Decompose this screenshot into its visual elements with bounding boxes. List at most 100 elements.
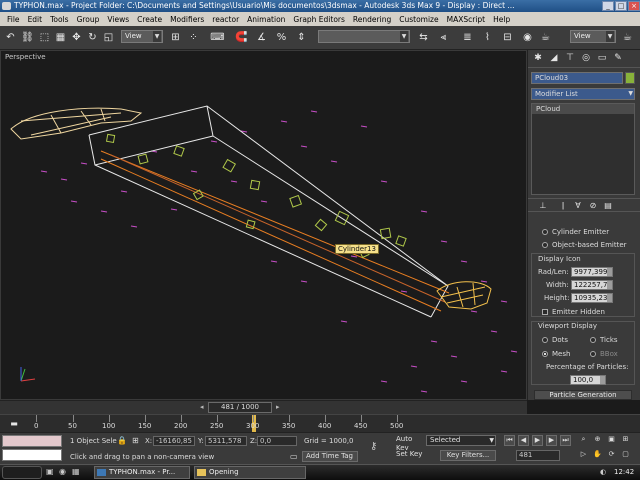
percent-snap-icon[interactable]: %	[274, 30, 289, 45]
minimize-icon[interactable]: _	[602, 1, 614, 11]
display-tab-icon[interactable]: ▭	[596, 52, 608, 64]
percentage-spinner[interactable]: 100,0	[570, 375, 606, 385]
zoom-icon[interactable]: ⌕	[578, 435, 589, 446]
zoom-extents-icon[interactable]: ▣	[606, 435, 617, 446]
pan-icon[interactable]: ✋	[592, 450, 603, 461]
emitter-hidden-checkbox[interactable]: Emitter Hidden	[542, 308, 605, 316]
undo-icon[interactable]: ↶	[3, 30, 18, 45]
material-editor-icon[interactable]: ◉	[520, 30, 535, 45]
menu-graph-editors[interactable]: Graph Editors	[289, 15, 349, 24]
layers-icon[interactable]: ≣	[460, 30, 475, 45]
select-link-icon[interactable]: ⛓	[20, 30, 35, 45]
current-frame-field[interactable]: 481	[516, 450, 560, 461]
motion-tab-icon[interactable]: ◎	[580, 52, 592, 64]
add-time-tag-button[interactable]: Add Time Tag	[302, 451, 358, 462]
perspective-viewport[interactable]: Perspective Cylinder13	[0, 50, 527, 400]
rad-len-spinner[interactable]: 9977,399	[571, 267, 613, 277]
previous-frame-icon[interactable]: ◀	[518, 435, 529, 446]
start-button[interactable]	[2, 466, 42, 479]
show-end-result-icon[interactable]: ǀ	[558, 200, 568, 210]
menu-maxscript[interactable]: MAXScript	[443, 15, 490, 24]
key-mode-dropdown[interactable]: Selected ▼	[426, 435, 496, 446]
modifier-list-dropdown[interactable]: Modifier List ▼	[531, 88, 635, 100]
maximize-icon[interactable]: □	[615, 1, 627, 11]
bbox-option[interactable]: BBox	[590, 350, 618, 358]
key-filters-button[interactable]: Key Filters...	[440, 450, 496, 461]
align-icon[interactable]: ⫷	[436, 30, 451, 45]
maxscript-listener-mini[interactable]	[2, 435, 62, 447]
absolute-mode-icon[interactable]: ⊞	[132, 436, 139, 445]
remove-modifier-icon[interactable]: ⊘	[588, 200, 598, 210]
object-color-swatch[interactable]	[625, 72, 635, 84]
menu-views[interactable]: Views	[103, 15, 133, 24]
select-object-icon[interactable]: ⬚	[37, 30, 52, 45]
dots-option[interactable]: Dots	[542, 336, 568, 344]
taskbar-item-3dsmax[interactable]: TYPHON.max - Pr...	[94, 466, 190, 479]
modifier-stack-item[interactable]: PCloud	[532, 104, 634, 114]
menu-help[interactable]: Help	[489, 15, 514, 24]
quick-launch-icon[interactable]: ▣	[46, 467, 56, 477]
scale-icon[interactable]: ◱	[101, 30, 116, 45]
reference-coordinate-dropdown[interactable]: View ▼	[121, 30, 163, 43]
menu-customize[interactable]: Customize	[395, 15, 442, 24]
rotate-icon[interactable]: ↻	[85, 30, 100, 45]
go-to-start-icon[interactable]: ⏮	[504, 435, 515, 446]
menu-create[interactable]: Create	[133, 15, 166, 24]
menu-tools[interactable]: Tools	[46, 15, 72, 24]
quick-launch-icon[interactable]: ▦	[72, 467, 82, 477]
time-slider[interactable]: ◂ 481 / 1000 ▸	[0, 400, 527, 414]
orbit-icon[interactable]: ⟳	[606, 450, 617, 461]
menu-rendering[interactable]: Rendering	[349, 15, 395, 24]
named-selection-dropdown[interactable]: ▼	[318, 30, 410, 43]
particle-generation-rollout[interactable]: Particle Generation	[534, 390, 632, 400]
ticks-option[interactable]: Ticks	[590, 336, 618, 344]
next-frame-button-icon[interactable]: ▶	[546, 435, 557, 446]
taskbar-item-opening[interactable]: Opening	[194, 466, 306, 479]
manipulate-icon[interactable]: ⁘	[186, 30, 201, 45]
zoom-extents-all-icon[interactable]: ⊞	[620, 435, 631, 446]
make-unique-icon[interactable]: ∀	[573, 200, 583, 210]
mirror-icon[interactable]: ⇆	[416, 30, 431, 45]
fov-icon[interactable]: ▷	[578, 450, 589, 461]
viewport-label[interactable]: Perspective	[5, 53, 46, 61]
menu-edit[interactable]: Edit	[24, 15, 47, 24]
pin-stack-icon[interactable]: ⊥	[538, 200, 548, 210]
next-frame-icon[interactable]: ▸	[276, 403, 280, 411]
hierarchy-tab-icon[interactable]: ⊤	[564, 52, 576, 64]
modify-tab-icon[interactable]: ◢	[548, 52, 560, 64]
maxscript-input-mini[interactable]	[2, 449, 62, 461]
set-key-button[interactable]: Set Key	[393, 450, 423, 461]
move-icon[interactable]: ✥	[69, 30, 84, 45]
quick-render-icon[interactable]: ☕	[620, 30, 635, 45]
tray-icon[interactable]: ◐	[600, 468, 606, 476]
object-name-field[interactable]: PCloud03	[531, 72, 623, 84]
menu-reactor[interactable]: reactor	[208, 15, 243, 24]
spinner-snap-icon[interactable]: ⇕	[294, 30, 309, 45]
keyboard-shortcut-icon[interactable]: ⌨	[210, 30, 225, 45]
maximize-viewport-icon[interactable]: ▢	[620, 450, 631, 461]
z-coordinate-field[interactable]: 0,0	[257, 436, 297, 446]
snap-icon[interactable]: 🧲	[234, 30, 249, 45]
create-tab-icon[interactable]: ✱	[532, 52, 544, 64]
menu-group[interactable]: Group	[73, 15, 104, 24]
play-icon[interactable]: ▶	[532, 435, 543, 446]
track-bar[interactable]: ▬ 0 50 100 150 200 250 300 350 400 450 5…	[0, 414, 640, 433]
render-setup-icon[interactable]: ☕	[538, 30, 553, 45]
prev-frame-icon[interactable]: ◂	[200, 403, 204, 411]
menu-modifiers[interactable]: Modifiers	[166, 15, 208, 24]
menu-animation[interactable]: Animation	[243, 15, 289, 24]
object-based-emitter-option[interactable]: Object-based Emitter	[542, 241, 627, 249]
width-spinner[interactable]: 122257,7	[571, 280, 613, 290]
height-spinner[interactable]: 10935,23	[571, 293, 613, 303]
pivot-icon[interactable]: ⊞	[168, 30, 183, 45]
time-slider-thumb[interactable]: 481 / 1000	[208, 402, 272, 413]
zoom-all-icon[interactable]: ⊕	[592, 435, 603, 446]
render-view-dropdown[interactable]: View ▼	[570, 30, 616, 43]
menu-file[interactable]: File	[3, 15, 24, 24]
lock-selection-icon[interactable]: 🔒	[117, 436, 127, 445]
quick-launch-icon[interactable]: ◉	[59, 467, 69, 477]
cylinder-emitter-option[interactable]: Cylinder Emitter	[542, 228, 609, 236]
y-coordinate-field[interactable]: 5311,578	[205, 436, 247, 446]
angle-snap-icon[interactable]: ∡	[254, 30, 269, 45]
configure-modifier-sets-icon[interactable]: ▤	[603, 200, 613, 210]
